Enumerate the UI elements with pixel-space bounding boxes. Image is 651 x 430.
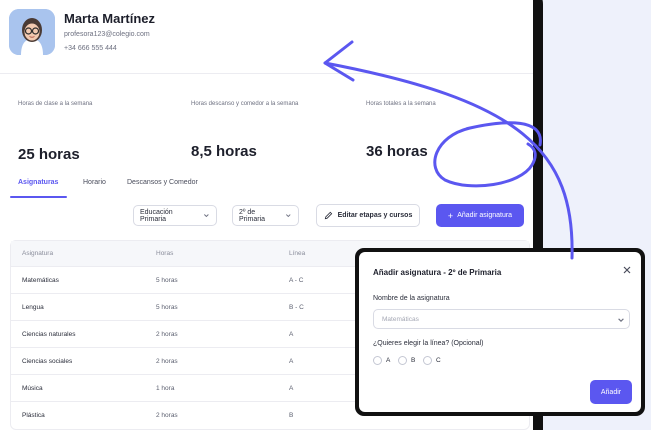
- line-choice-label: ¿Quieres elegir la línea? (Opcional): [373, 340, 484, 347]
- stat-label-total-hours: Horas totales a la semana: [366, 101, 436, 107]
- chevron-down-icon: [286, 214, 292, 218]
- header-divider: [0, 73, 533, 74]
- avatar: [9, 9, 55, 55]
- chevron-down-icon: [204, 214, 209, 218]
- cell-line: A: [289, 385, 294, 392]
- cell-subject: Ciencias sociales: [22, 358, 73, 365]
- cell-subject: Ciencias naturales: [22, 331, 76, 338]
- column-header-hours: Horas: [156, 250, 174, 257]
- cell-hours: 2 horas: [156, 412, 178, 419]
- subject-name-label: Nombre de la asignatura: [373, 295, 450, 302]
- level-select[interactable]: Educación Primaria: [133, 205, 217, 226]
- plus-icon: +: [447, 210, 454, 221]
- stat-value-break-hours: 8,5 horas: [191, 143, 257, 160]
- cell-hours: 2 horas: [156, 358, 178, 365]
- stat-label-break-hours: Horas descanso y comedor a la semana: [191, 101, 299, 107]
- avatar-illustration-icon: [9, 9, 55, 55]
- column-header-subject: Asignatura: [22, 250, 54, 257]
- add-subject-modal: Añadir asignatura - 2º de Primaria Nombr…: [359, 252, 641, 412]
- cell-hours: 5 horas: [156, 277, 178, 284]
- subject-name-placeholder: Matemáticas: [382, 316, 419, 323]
- stat-value-total-hours: 36 horas: [366, 143, 428, 160]
- modal-frame: Añadir asignatura - 2º de Primaria Nombr…: [355, 248, 645, 416]
- modal-title: Añadir asignatura - 2º de Primaria: [373, 268, 502, 277]
- line-option-b-radio[interactable]: [398, 356, 407, 365]
- cell-subject: Música: [22, 385, 43, 392]
- grade-select-value: 2º de Primaria: [239, 208, 266, 223]
- tab-descansos-comedor[interactable]: Descansos y Comedor: [127, 179, 198, 186]
- pencil-icon: [324, 211, 332, 220]
- profile-email: profesora123@colegio.com: [64, 31, 150, 38]
- add-subject-label: Añadir asignatura: [457, 212, 513, 219]
- tab-horario[interactable]: Horario: [83, 179, 106, 186]
- cell-subject: Plástica: [22, 412, 45, 419]
- modal-add-button[interactable]: Añadir: [590, 380, 632, 404]
- line-option-a-label: A: [386, 357, 391, 364]
- cell-hours: 2 horas: [156, 331, 178, 338]
- line-option-a-radio[interactable]: [373, 356, 382, 365]
- grade-select[interactable]: 2º de Primaria: [232, 205, 299, 226]
- active-tab-indicator: [10, 196, 67, 198]
- profile-phone: +34 666 555 444: [64, 45, 117, 52]
- edit-stages-button[interactable]: Editar etapas y cursos: [316, 204, 420, 227]
- profile-name: Marta Martínez: [64, 11, 156, 26]
- cell-line: A - C: [289, 277, 304, 284]
- cell-line: A: [289, 358, 294, 365]
- cell-line: B: [289, 412, 294, 419]
- line-option-b-label: B: [411, 357, 416, 364]
- line-option-c-radio[interactable]: [423, 356, 432, 365]
- column-header-line: Línea: [289, 250, 306, 257]
- add-subject-button[interactable]: + Añadir asignatura: [436, 204, 524, 227]
- cell-line: A: [289, 331, 294, 338]
- level-select-value: Educación Primaria: [140, 208, 173, 223]
- cell-hours: 1 hora: [156, 385, 175, 392]
- chevron-down-icon: [618, 318, 624, 322]
- cell-hours: 5 horas: [156, 304, 178, 311]
- stat-value-class-hours: 25 horas: [18, 146, 80, 163]
- cell-subject: Lengua: [22, 304, 44, 311]
- cell-line: B - C: [289, 304, 304, 311]
- tab-asignaturas[interactable]: Asignaturas: [18, 179, 58, 186]
- subject-name-select[interactable]: Matemáticas: [373, 309, 630, 329]
- close-icon[interactable]: [622, 265, 632, 275]
- edit-stages-label: Editar etapas y cursos: [337, 212, 413, 219]
- cell-subject: Matemáticas: [22, 277, 59, 284]
- line-option-c-label: C: [436, 357, 441, 364]
- stat-label-class-hours: Horas de clase a la semana: [18, 101, 93, 107]
